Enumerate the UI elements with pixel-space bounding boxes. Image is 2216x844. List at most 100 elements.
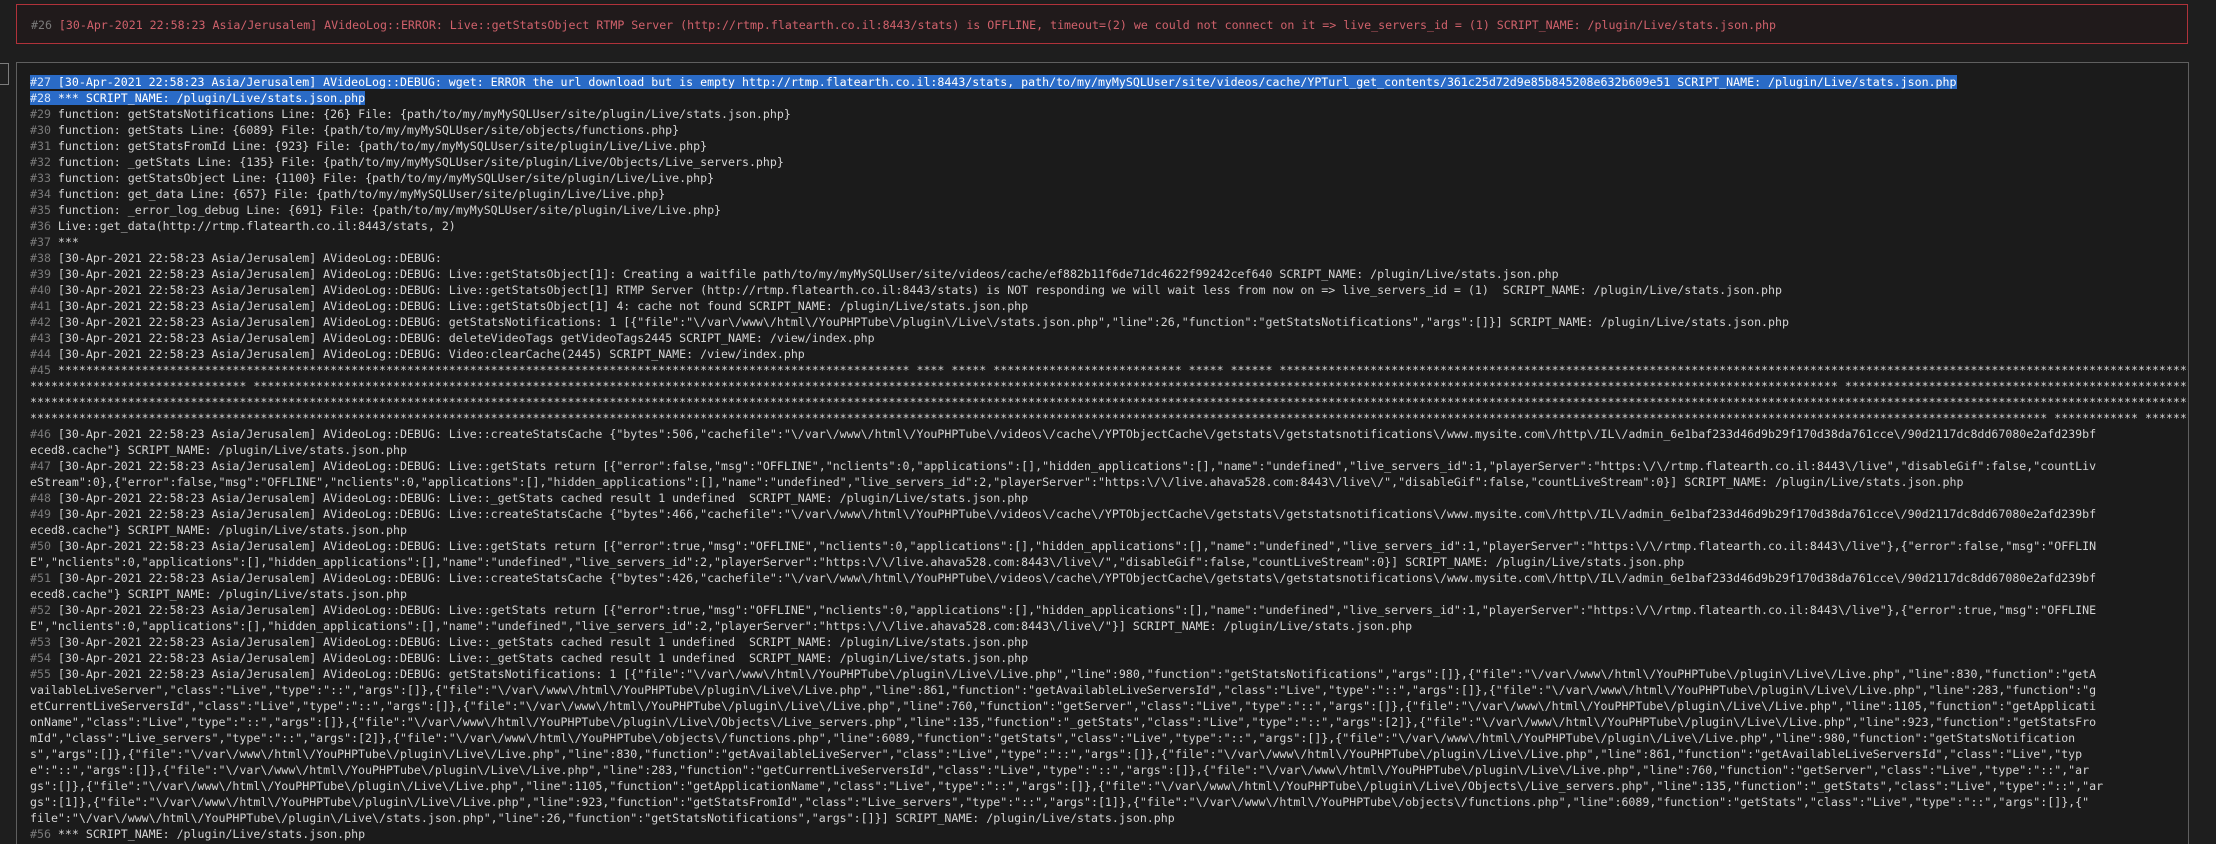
log-line: #27 [30-Apr-2021 22:58:23 Asia/Jerusalem… [30,74,2188,90]
log-line-text: [30-Apr-2021 22:58:23 Asia/Jerusalem] AV… [57,267,1559,281]
log-line-text: *** SCRIPT_NAME: /plugin/Live/stats.json… [57,91,366,105]
log-line: file":"\/var\/www\/html\/YouPHPTube\/plu… [30,810,2188,826]
log-line: #42 [30-Apr-2021 22:58:23 Asia/Jerusalem… [30,314,2188,330]
log-line-text: function: get_data Line: {657} File: {pa… [57,187,666,201]
log-line: #33 function: getStatsObject Line: {1100… [30,170,2188,186]
log-output-panel[interactable]: #27 [30-Apr-2021 22:58:23 Asia/Jerusalem… [16,62,2189,844]
log-line: #40 [30-Apr-2021 22:58:23 Asia/Jerusalem… [30,282,2188,298]
log-line-text: [30-Apr-2021 22:58:23 Asia/Jerusalem] AV… [57,635,1029,649]
log-line-text: function: getStatsNotifications Line: {2… [57,107,791,121]
log-line-number: #31 [30,139,58,153]
log-line: #49 [30-Apr-2021 22:58:23 Asia/Jerusalem… [30,506,2188,522]
log-line: s","args":[]},{"file":"\/var\/www\/html\… [30,746,2188,762]
log-line-number: #39 [30,267,58,281]
log-line-number: #37 [30,235,58,249]
log-line: #29 function: getStatsNotifications Line… [30,106,2188,122]
log-line-text: [30-Apr-2021 22:58:23 Asia/Jerusalem] AV… [57,299,1029,313]
log-line-number: #46 [30,427,58,441]
log-line: #43 [30-Apr-2021 22:58:23 Asia/Jerusalem… [30,330,2188,346]
log-line-text: [30-Apr-2021 22:58:23 Asia/Jerusalem] AV… [57,427,2097,441]
log-line-number: #38 [30,251,58,265]
log-line-number: #34 [30,187,58,201]
log-line: ****************************************… [30,394,2188,410]
log-line-text: eced8.cache"} SCRIPT_NAME: /plugin/Live/… [30,443,407,457]
log-line: #52 [30-Apr-2021 22:58:23 Asia/Jerusalem… [30,602,2188,618]
log-line-text: [30-Apr-2021 22:58:23 Asia/Jerusalem] AV… [57,331,875,345]
log-line-text: [30-Apr-2021 22:58:23 Asia/Jerusalem] AV… [57,315,1789,329]
log-line: #54 [30-Apr-2021 22:58:23 Asia/Jerusalem… [30,650,2188,666]
log-line-number: #28 [30,91,58,105]
log-line-text: [30-Apr-2021 22:58:23 Asia/Jerusalem] AV… [57,347,805,361]
log-line-number: #54 [30,651,58,665]
log-line-text: mId","class":"Live_servers","type":"::",… [30,731,2076,745]
log-line-number: #43 [30,331,58,345]
log-line-number: #42 [30,315,58,329]
log-line-number: #30 [30,123,58,137]
log-line-text: vailableLiveServer","class":"Live","type… [30,683,2097,697]
log-line-text: function: getStatsFromId Line: {923} Fil… [57,139,708,153]
log-line-number: #48 [30,491,58,505]
log-line-number: #47 [30,459,58,473]
log-line-text: ******************************* ********… [30,379,2188,393]
log-line-text: gs":[1]},{"file":"\/var\/www\/html\/YouP… [30,795,2090,809]
log-line-number: #33 [30,171,58,185]
log-line: #31 function: getStatsFromId Line: {923}… [30,138,2188,154]
log-line-text: onName","class":"Live","type":"::","args… [30,715,2097,729]
log-line-number: #53 [30,635,58,649]
log-line-number: #45 [30,363,58,377]
log-line: #39 [30-Apr-2021 22:58:23 Asia/Jerusalem… [30,266,2188,282]
log-line-text: s","args":[]},{"file":"\/var\/www\/html\… [30,747,2083,761]
log-line-text: ****************************************… [30,395,2188,409]
log-line-text: [30-Apr-2021 22:58:23 Asia/Jerusalem] AV… [57,507,2097,521]
log-line-text: etCurrentLiveServersId","class":"Live","… [30,699,2097,713]
log-line-text: eStream":0},{"error":false,"msg":"OFFLIN… [30,475,1964,489]
log-line-number: #50 [30,539,58,553]
log-line-number: #27 [30,75,58,89]
log-line-text: eced8.cache"} SCRIPT_NAME: /plugin/Live/… [30,523,407,537]
log-line: #50 [30-Apr-2021 22:58:23 Asia/Jerusalem… [30,538,2188,554]
log-line: #48 [30-Apr-2021 22:58:23 Asia/Jerusalem… [30,490,2188,506]
log-line: #36 Live::get_data(http://rtmp.flatearth… [30,218,2188,234]
log-line-text: Live::get_data(http://rtmp.flatearth.co.… [57,219,456,233]
log-line: #28 *** SCRIPT_NAME: /plugin/Live/stats.… [30,90,2188,106]
log-line: ****************************************… [30,410,2188,426]
log-line-number: #29 [30,107,58,121]
log-line-text: function: getStatsObject Line: {1100} Fi… [57,171,715,185]
log-line-number: #41 [30,299,58,313]
log-line-text: ****************************************… [30,411,2188,425]
error-line-number: #26 [31,18,59,32]
log-line-text: file":"\/var\/www\/html\/YouPHPTube\/plu… [30,811,1175,825]
log-line-number: #51 [30,571,58,585]
log-line: #45 ************************************… [30,362,2188,378]
log-line: #55 [30-Apr-2021 22:58:23 Asia/Jerusalem… [30,666,2188,682]
log-line: #53 [30-Apr-2021 22:58:23 Asia/Jerusalem… [30,634,2188,650]
log-line: #51 [30-Apr-2021 22:58:23 Asia/Jerusalem… [30,570,2188,586]
log-line: #41 [30-Apr-2021 22:58:23 Asia/Jerusalem… [30,298,2188,314]
log-line-text: [30-Apr-2021 22:58:23 Asia/Jerusalem] AV… [57,539,2097,553]
log-line: gs":[1]},{"file":"\/var\/www\/html\/YouP… [30,794,2188,810]
log-line-text: [30-Apr-2021 22:58:23 Asia/Jerusalem] AV… [57,603,2097,617]
log-line-number: #44 [30,347,58,361]
log-line: #46 [30-Apr-2021 22:58:23 Asia/Jerusalem… [30,426,2188,442]
log-line-text: E","nclients":0,"applications":[],"hidde… [30,619,1413,633]
log-line: #37 *** [30,234,2188,250]
log-line: #35 function: _error_log_debug Line: {69… [30,202,2188,218]
log-line: #32 function: _getStats Line: {135} File… [30,154,2188,170]
log-line-text: function: _getStats Line: {135} File: {p… [57,155,784,169]
log-line-number: #32 [30,155,58,169]
log-line: E","nclients":0,"applications":[],"hidde… [30,554,2188,570]
log-line-text: [30-Apr-2021 22:58:23 Asia/Jerusalem] AV… [57,651,1029,665]
log-line-text: gs":[]},{"file":"\/var\/www\/html\/YouPH… [30,779,2104,793]
log-line: #56 *** SCRIPT_NAME: /plugin/Live/stats.… [30,826,2188,842]
log-line-number: #35 [30,203,58,217]
error-banner: #26 [30-Apr-2021 22:58:23 Asia/Jerusalem… [16,4,2188,44]
log-line-text: e":"::","args":[]},{"file":"\/var\/www\/… [30,763,2090,777]
collapse-toggle[interactable] [0,63,9,85]
log-line-text: *** [57,235,79,249]
log-line-text: ****************************************… [57,363,2188,377]
log-line-number: #52 [30,603,58,617]
log-line: #44 [30-Apr-2021 22:58:23 Asia/Jerusalem… [30,346,2188,362]
log-line: onName","class":"Live","type":"::","args… [30,714,2188,730]
log-line-text: [30-Apr-2021 22:58:23 Asia/Jerusalem] AV… [57,459,2097,473]
log-line-text: function: getStats Line: {6089} File: {p… [57,123,680,137]
